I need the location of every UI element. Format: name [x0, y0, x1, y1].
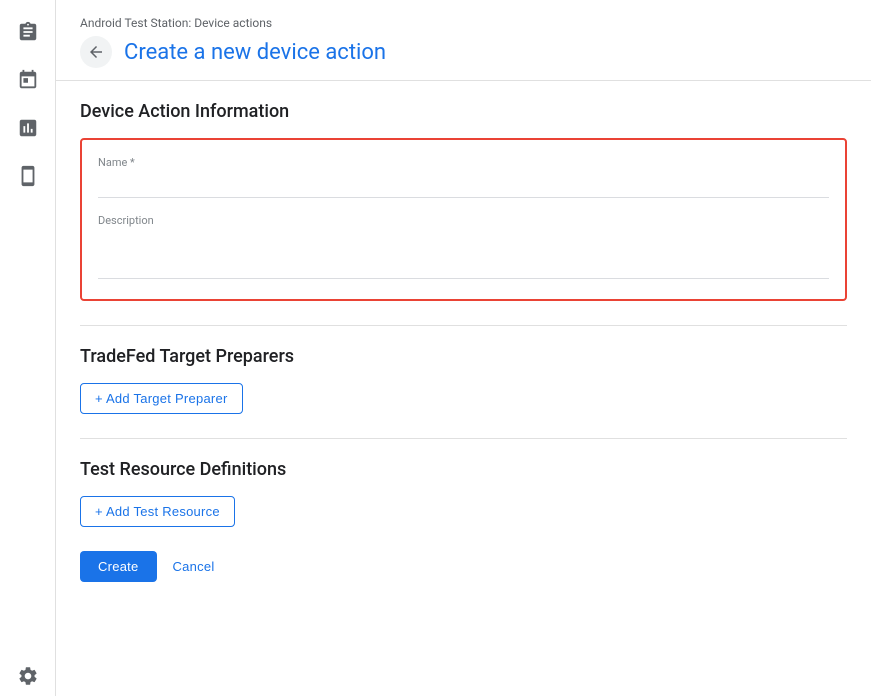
main-content: Android Test Station: Device actions Cre… [56, 0, 871, 696]
device-action-info-section: Device Action Information Name * Descrip… [80, 101, 847, 301]
sidebar-item-phone[interactable] [8, 156, 48, 196]
name-input[interactable] [98, 173, 829, 198]
description-field-group: Description [98, 214, 829, 283]
sidebar-item-clipboard[interactable] [8, 12, 48, 52]
name-field-group: Name * [98, 156, 829, 198]
breadcrumb: Android Test Station: Device actions [80, 16, 847, 30]
description-label: Description [98, 214, 829, 227]
test-resource-definitions-section: Test Resource Definitions + Add Test Res… [80, 459, 847, 527]
tradefed-target-preparers-title: TradeFed Target Preparers [80, 346, 847, 367]
page-header: Android Test Station: Device actions Cre… [56, 0, 871, 81]
page-title-row: Create a new device action [80, 36, 847, 68]
cancel-button[interactable]: Cancel [161, 551, 227, 582]
description-input[interactable] [98, 231, 829, 279]
section-divider-2 [80, 438, 847, 439]
create-button[interactable]: Create [80, 551, 157, 582]
sidebar [0, 0, 56, 696]
page-title: Create a new device action [124, 40, 386, 65]
test-resource-definitions-title: Test Resource Definitions [80, 459, 847, 480]
device-action-info-title: Device Action Information [80, 101, 847, 122]
section-divider-1 [80, 325, 847, 326]
name-label: Name * [98, 156, 829, 169]
device-action-form-card: Name * Description [80, 138, 847, 301]
content-area: Device Action Information Name * Descrip… [56, 81, 871, 602]
back-button[interactable] [80, 36, 112, 68]
action-row: Create Cancel [80, 551, 847, 582]
sidebar-item-settings[interactable] [8, 656, 48, 696]
tradefed-target-preparers-section: TradeFed Target Preparers + Add Target P… [80, 346, 847, 414]
sidebar-item-analytics[interactable] [8, 108, 48, 148]
add-target-preparer-button[interactable]: + Add Target Preparer [80, 383, 243, 414]
add-test-resource-button[interactable]: + Add Test Resource [80, 496, 235, 527]
sidebar-item-calendar[interactable] [8, 60, 48, 100]
